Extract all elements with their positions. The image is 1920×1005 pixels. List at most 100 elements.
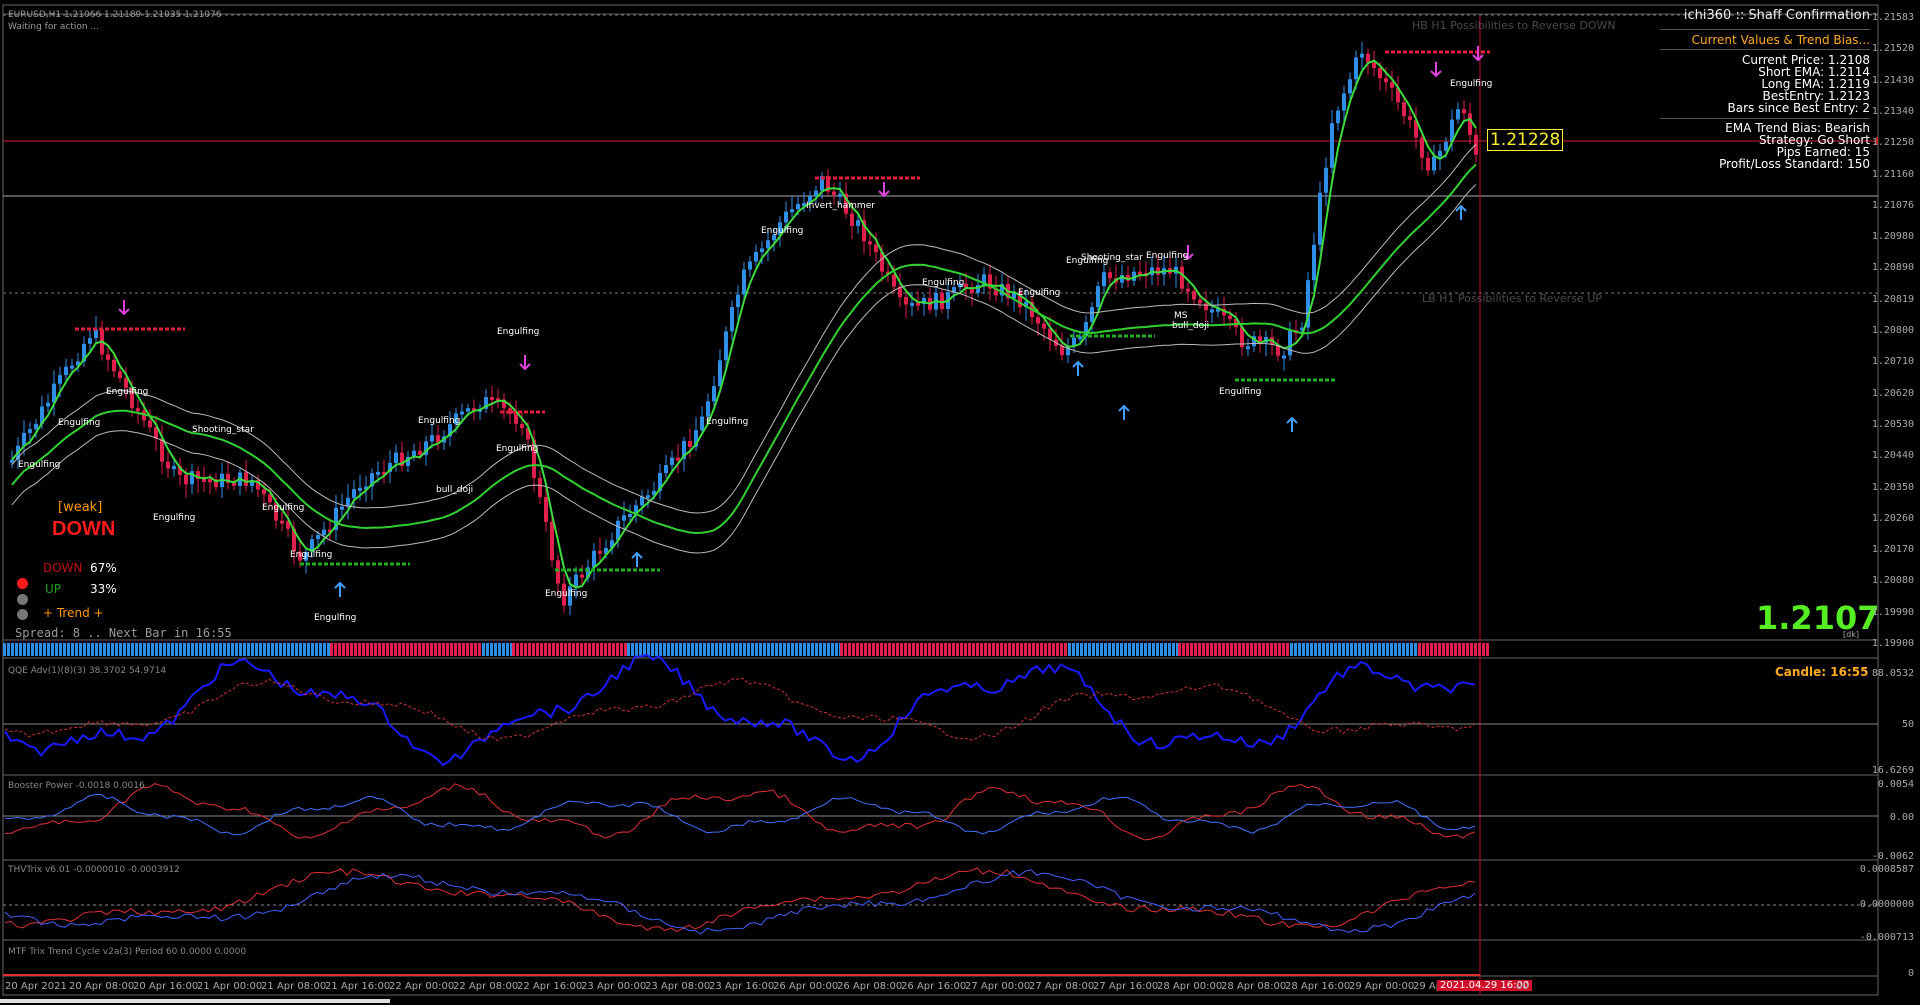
trend-strip-cell xyxy=(1092,643,1095,656)
time-tick: 23 Apr 16:00 xyxy=(709,981,775,992)
main-chart-canvas[interactable]: EngulfingEngulfingEngulfingShooting_star… xyxy=(0,0,1920,1005)
trend-strip-cell xyxy=(612,643,615,656)
candle-body xyxy=(1372,62,1376,69)
trend-strip-cell xyxy=(159,643,162,656)
trend-strip-cell xyxy=(584,643,587,656)
trend-strip-cell xyxy=(3,643,6,656)
trend-strip-cell xyxy=(872,643,875,656)
trend-strip-cell xyxy=(1186,643,1189,656)
trend-strip-cell xyxy=(1286,643,1289,656)
candle-body xyxy=(676,457,680,461)
trend-strip-cell xyxy=(418,643,421,656)
trend-strip-cell xyxy=(940,643,943,656)
trend-strip-cell xyxy=(1334,643,1337,656)
trend-strip-cell xyxy=(576,643,579,656)
trend-strip-cell xyxy=(239,643,242,656)
trend-strip-cell xyxy=(912,643,915,656)
trend-strip-cell xyxy=(1060,643,1063,656)
trend-strip-cell xyxy=(904,643,907,656)
trend-strip-cell xyxy=(502,643,505,656)
trend-strip-cell xyxy=(474,643,477,656)
candle-timer: Candle: 16:55 xyxy=(1775,665,1869,679)
spread-info: Spread: 8 .. Next Bar in 16:55 xyxy=(15,626,232,640)
trend-strip-cell xyxy=(856,643,859,656)
trend-strip-cell xyxy=(1410,643,1413,656)
trend-strip-cell xyxy=(588,643,591,656)
trend-strip-cell xyxy=(115,643,118,656)
trend-strip-cell xyxy=(1016,643,1019,656)
price-tick: 1.20800 xyxy=(1871,325,1914,336)
price-tick: 1.21076 xyxy=(1871,199,1914,211)
candle-body xyxy=(1204,303,1208,311)
candle-body xyxy=(730,307,734,332)
time-tick: 26 Apr 00:00 xyxy=(773,981,839,992)
trend-strip-cell xyxy=(319,643,322,656)
trend-strip-cell xyxy=(1250,643,1253,656)
candle-body xyxy=(796,203,800,210)
trend-strip-cell xyxy=(1418,643,1421,656)
trend-strip-cell xyxy=(848,643,851,656)
trend-strip-cell xyxy=(315,643,318,656)
current-price-big: 1.2107 xyxy=(1756,599,1880,637)
trend-strip-cell xyxy=(604,643,607,656)
buy-arrow-icon xyxy=(334,581,346,597)
up-percent: 33% xyxy=(90,582,117,596)
trend-strip-cell xyxy=(1112,643,1115,656)
trend-strip-cell xyxy=(374,643,377,656)
trend-strip-cell xyxy=(1450,643,1453,656)
trend-strip-cell xyxy=(1048,643,1051,656)
trend-strip-cell xyxy=(406,643,409,656)
trend-strip-cell xyxy=(1374,643,1377,656)
pattern-label: Engulfing xyxy=(497,327,539,337)
trend-strip-cell xyxy=(1354,643,1357,656)
candle-body xyxy=(1180,266,1184,289)
candle-body xyxy=(1246,346,1250,350)
trend-strip-cell xyxy=(671,643,674,656)
trend-strip-cell xyxy=(980,643,983,656)
trend-strip-cell xyxy=(528,643,531,656)
candle-body xyxy=(874,244,878,253)
trend-strip-cell xyxy=(187,643,190,656)
pattern-label: Engulfing xyxy=(1450,79,1492,89)
trend-strip-cell xyxy=(71,643,74,656)
candle-body xyxy=(1060,345,1064,356)
time-tick: 27 Apr 16:00 xyxy=(1093,981,1159,992)
trend-strip-cell xyxy=(330,643,333,656)
candle-body xyxy=(712,386,716,402)
trend-strip-cell xyxy=(338,643,341,656)
candle-body xyxy=(904,297,908,305)
trend-strip-cell xyxy=(1096,643,1099,656)
candle-body xyxy=(580,574,584,578)
trend-strip-cell xyxy=(1120,643,1123,656)
trend-strip-cell xyxy=(442,643,445,656)
trend-strip-cell xyxy=(896,643,899,656)
trend-strip-cell xyxy=(1160,643,1163,656)
trend-strip-cell xyxy=(552,643,555,656)
candle-body xyxy=(592,550,596,568)
price-tick: 1.20710 xyxy=(1871,356,1914,368)
pattern-label: Engulfing xyxy=(706,417,748,427)
trend-strip-cell xyxy=(687,643,690,656)
trend-strip-cell xyxy=(1266,643,1269,656)
trend-strip-cell xyxy=(775,643,778,656)
trend-strip-cell xyxy=(279,643,282,656)
trend-strip-cell xyxy=(398,643,401,656)
trend-strip-cell xyxy=(1032,643,1035,656)
candle-body xyxy=(88,338,92,344)
trend-strip-cell xyxy=(1202,643,1205,656)
trend-strip-cell xyxy=(1478,643,1481,656)
trend-strip-cell xyxy=(1004,643,1007,656)
pattern-label: bull_doji xyxy=(436,485,473,495)
trend-strip-cell xyxy=(996,643,999,656)
trend-strip-cell xyxy=(450,643,453,656)
sub-scale-tick: 0.0000000 xyxy=(1859,899,1914,910)
trend-strip-cell xyxy=(107,643,110,656)
sell-arrow-icon xyxy=(878,182,890,198)
time-tick: 28 Apr 08:00 xyxy=(1221,981,1287,992)
chart-window[interactable]: Engulfing Engulfing Engulfing Shooting_star… xyxy=(0,0,1920,1005)
candle-body xyxy=(64,366,68,376)
info-line: Profit/Loss Standard: 150 xyxy=(1719,157,1870,171)
trend-strip-cell xyxy=(478,643,481,656)
candle-body xyxy=(1342,93,1346,111)
booster-red-line xyxy=(4,783,1476,841)
